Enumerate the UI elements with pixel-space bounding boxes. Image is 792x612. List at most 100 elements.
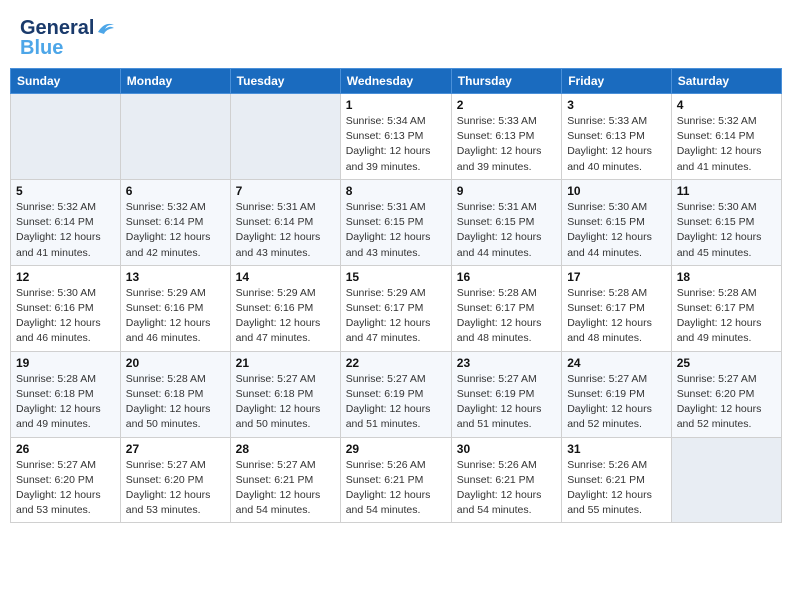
calendar-day-cell: 11 Sunrise: 5:30 AMSunset: 6:15 PMDayligh…: [671, 179, 781, 265]
calendar-day-cell: 22 Sunrise: 5:27 AMSunset: 6:19 PMDayligh…: [340, 351, 451, 437]
calendar-day-cell: 24 Sunrise: 5:27 AMSunset: 6:19 PMDayligh…: [562, 351, 672, 437]
day-info: Sunrise: 5:33 AMSunset: 6:13 PMDaylight:…: [457, 114, 556, 175]
day-of-week-header: Friday: [562, 69, 672, 94]
day-info: Sunrise: 5:31 AMSunset: 6:15 PMDaylight:…: [457, 200, 556, 261]
calendar-week-row: 12 Sunrise: 5:30 AMSunset: 6:16 PMDayligh…: [11, 265, 782, 351]
logo-general-text: General: [20, 18, 94, 38]
day-info: Sunrise: 5:27 AMSunset: 6:21 PMDaylight:…: [236, 458, 335, 519]
calendar-week-row: 19 Sunrise: 5:28 AMSunset: 6:18 PMDayligh…: [11, 351, 782, 437]
day-info: Sunrise: 5:27 AMSunset: 6:20 PMDaylight:…: [677, 372, 776, 433]
calendar-day-cell: 25 Sunrise: 5:27 AMSunset: 6:20 PMDayligh…: [671, 351, 781, 437]
day-number: 10: [567, 184, 666, 198]
day-number: 28: [236, 442, 335, 456]
calendar-day-cell: 31 Sunrise: 5:26 AMSunset: 6:21 PMDayligh…: [562, 437, 672, 523]
calendar-day-cell: 9Sunrise: 5:31 AMSunset: 6:15 PMDaylight…: [451, 179, 561, 265]
calendar-day-cell: 6 Sunrise: 5:32 AMSunset: 6:14 PMDaylight…: [120, 179, 230, 265]
day-info: Sunrise: 5:28 AMSunset: 6:18 PMDaylight:…: [126, 372, 225, 433]
calendar-day-cell: 28 Sunrise: 5:27 AMSunset: 6:21 PMDayligh…: [230, 437, 340, 523]
day-number: 11: [677, 184, 776, 198]
calendar-day-cell: 2 Sunrise: 5:33 AMSunset: 6:13 PMDaylight…: [451, 94, 561, 180]
calendar-day-cell: [11, 94, 121, 180]
day-info: Sunrise: 5:26 AMSunset: 6:21 PMDaylight:…: [346, 458, 446, 519]
calendar-day-cell: 3 Sunrise: 5:33 AMSunset: 6:13 PMDaylight…: [562, 94, 672, 180]
logo-blue-text: Blue: [20, 38, 63, 58]
calendar-day-cell: 13Sunrise: 5:29 AMSunset: 6:16 PMDayligh…: [120, 265, 230, 351]
day-info: Sunrise: 5:27 AMSunset: 6:20 PMDaylight:…: [126, 458, 225, 519]
calendar-day-cell: 12 Sunrise: 5:30 AMSunset: 6:16 PMDayligh…: [11, 265, 121, 351]
day-number: 23: [457, 356, 556, 370]
day-number: 21: [236, 356, 335, 370]
day-info: Sunrise: 5:29 AMSunset: 6:16 PMDaylight:…: [126, 286, 225, 347]
header-row: SundayMondayTuesdayWednesdayThursdayFrid…: [11, 69, 782, 94]
logo-bird-icon: [96, 20, 116, 36]
page-header: General Blue: [10, 10, 782, 62]
day-info: Sunrise: 5:28 AMSunset: 6:18 PMDaylight:…: [16, 372, 115, 433]
day-info: Sunrise: 5:32 AMSunset: 6:14 PMDaylight:…: [126, 200, 225, 261]
day-info: Sunrise: 5:27 AMSunset: 6:18 PMDaylight:…: [236, 372, 335, 433]
day-number: 16: [457, 270, 556, 284]
logo-line1: General: [20, 18, 116, 38]
day-info: Sunrise: 5:28 AMSunset: 6:17 PMDaylight:…: [677, 286, 776, 347]
day-number: 19: [16, 356, 115, 370]
calendar-header: SundayMondayTuesdayWednesdayThursdayFrid…: [11, 69, 782, 94]
day-info: Sunrise: 5:30 AMSunset: 6:16 PMDaylight:…: [16, 286, 115, 347]
day-of-week-header: Wednesday: [340, 69, 451, 94]
calendar-day-cell: 5Sunrise: 5:32 AMSunset: 6:14 PMDaylight…: [11, 179, 121, 265]
day-info: Sunrise: 5:27 AMSunset: 6:19 PMDaylight:…: [346, 372, 446, 433]
day-info: Sunrise: 5:30 AMSunset: 6:15 PMDaylight:…: [677, 200, 776, 261]
calendar-day-cell: 30 Sunrise: 5:26 AMSunset: 6:21 PMDayligh…: [451, 437, 561, 523]
calendar-day-cell: 23Sunrise: 5:27 AMSunset: 6:19 PMDayligh…: [451, 351, 561, 437]
logo: General Blue: [20, 18, 116, 58]
day-info: Sunrise: 5:27 AMSunset: 6:19 PMDaylight:…: [567, 372, 666, 433]
day-number: 14: [236, 270, 335, 284]
calendar-week-row: 26Sunrise: 5:27 AMSunset: 6:20 PMDayligh…: [11, 437, 782, 523]
day-number: 22: [346, 356, 446, 370]
day-number: 18: [677, 270, 776, 284]
day-number: 27: [126, 442, 225, 456]
day-number: 7: [236, 184, 335, 198]
calendar-day-cell: 21 Sunrise: 5:27 AMSunset: 6:18 PMDayligh…: [230, 351, 340, 437]
day-number: 29: [346, 442, 446, 456]
day-info: Sunrise: 5:32 AMSunset: 6:14 PMDaylight:…: [677, 114, 776, 175]
day-number: 20: [126, 356, 225, 370]
day-info: Sunrise: 5:26 AMSunset: 6:21 PMDaylight:…: [567, 458, 666, 519]
calendar-day-cell: 29 Sunrise: 5:26 AMSunset: 6:21 PMDayligh…: [340, 437, 451, 523]
calendar-day-cell: [120, 94, 230, 180]
calendar-day-cell: 15Sunrise: 5:29 AMSunset: 6:17 PMDayligh…: [340, 265, 451, 351]
calendar-day-cell: 8Sunrise: 5:31 AMSunset: 6:15 PMDaylight…: [340, 179, 451, 265]
day-info: Sunrise: 5:32 AMSunset: 6:14 PMDaylight:…: [16, 200, 115, 261]
day-number: 30: [457, 442, 556, 456]
day-of-week-header: Sunday: [11, 69, 121, 94]
calendar-day-cell: 1Sunrise: 5:34 AMSunset: 6:13 PMDaylight…: [340, 94, 451, 180]
day-info: Sunrise: 5:28 AMSunset: 6:17 PMDaylight:…: [457, 286, 556, 347]
day-number: 6: [126, 184, 225, 198]
calendar-day-cell: 18 Sunrise: 5:28 AMSunset: 6:17 PMDayligh…: [671, 265, 781, 351]
day-of-week-header: Monday: [120, 69, 230, 94]
calendar-day-cell: 20 Sunrise: 5:28 AMSunset: 6:18 PMDayligh…: [120, 351, 230, 437]
calendar-body: 1Sunrise: 5:34 AMSunset: 6:13 PMDaylight…: [11, 94, 782, 523]
day-of-week-header: Saturday: [671, 69, 781, 94]
day-info: Sunrise: 5:26 AMSunset: 6:21 PMDaylight:…: [457, 458, 556, 519]
day-number: 24: [567, 356, 666, 370]
calendar-day-cell: [671, 437, 781, 523]
day-number: 17: [567, 270, 666, 284]
day-number: 25: [677, 356, 776, 370]
day-number: 4: [677, 98, 776, 112]
calendar-day-cell: 26Sunrise: 5:27 AMSunset: 6:20 PMDayligh…: [11, 437, 121, 523]
day-info: Sunrise: 5:29 AMSunset: 6:16 PMDaylight:…: [236, 286, 335, 347]
day-number: 31: [567, 442, 666, 456]
day-number: 12: [16, 270, 115, 284]
day-number: 15: [346, 270, 446, 284]
calendar-day-cell: 14 Sunrise: 5:29 AMSunset: 6:16 PMDayligh…: [230, 265, 340, 351]
calendar-day-cell: 16 Sunrise: 5:28 AMSunset: 6:17 PMDayligh…: [451, 265, 561, 351]
calendar-table: SundayMondayTuesdayWednesdayThursdayFrid…: [10, 68, 782, 523]
calendar-day-cell: 7 Sunrise: 5:31 AMSunset: 6:14 PMDaylight…: [230, 179, 340, 265]
calendar-week-row: 1Sunrise: 5:34 AMSunset: 6:13 PMDaylight…: [11, 94, 782, 180]
day-number: 2: [457, 98, 556, 112]
day-info: Sunrise: 5:31 AMSunset: 6:14 PMDaylight:…: [236, 200, 335, 261]
day-of-week-header: Thursday: [451, 69, 561, 94]
calendar-day-cell: 10Sunrise: 5:30 AMSunset: 6:15 PMDayligh…: [562, 179, 672, 265]
day-info: Sunrise: 5:27 AMSunset: 6:20 PMDaylight:…: [16, 458, 115, 519]
day-info: Sunrise: 5:33 AMSunset: 6:13 PMDaylight:…: [567, 114, 666, 175]
day-number: 3: [567, 98, 666, 112]
